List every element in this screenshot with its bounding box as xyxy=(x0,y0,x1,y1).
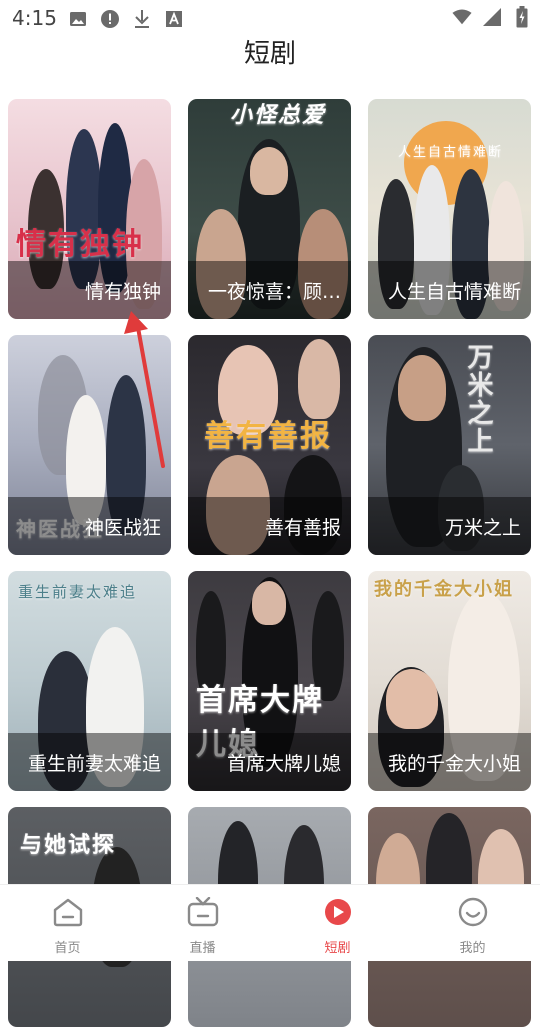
tv-icon xyxy=(186,896,220,931)
nav-label: 我的 xyxy=(459,941,486,956)
drama-poster-title: 小怪总爱 xyxy=(230,102,327,128)
drama-card[interactable]: 人生自古情难断 人生自古情难断 xyxy=(368,99,531,319)
drama-poster-title: 重生前妻太难追 xyxy=(18,583,138,601)
drama-poster-title: 与她试探 xyxy=(20,832,117,858)
drama-poster-title: 我的千金大小姐 xyxy=(374,579,514,600)
drama-card[interactable]: 善有善报 善有善报 xyxy=(188,335,351,555)
nav-item-live[interactable]: 直播 xyxy=(135,885,270,961)
nav-item-profile[interactable]: 我的 xyxy=(405,885,540,961)
drama-poster-title: 善有善报 xyxy=(204,419,332,454)
drama-poster-title: 情有独钟 xyxy=(16,227,144,262)
drama-poster-title: 万米之上 xyxy=(463,343,493,455)
drama-title: 一夜惊喜：顾… xyxy=(188,261,351,319)
drama-title: 善有善报 xyxy=(188,497,351,555)
drama-card[interactable]: 重生前妻太难追 重生前妻太难追 xyxy=(8,571,171,791)
drama-title: 万米之上 xyxy=(368,497,531,555)
nav-label: 直播 xyxy=(189,941,216,956)
bottom-nav: 首页 直播 短剧 我的 xyxy=(0,884,540,961)
drama-grid: 情有独钟 情有独钟 小怪总爱 一夜惊喜：顾… 人生自古情难断 人生自古情难断 神… xyxy=(0,0,540,1027)
drama-card[interactable]: 我的千金大小姐 我的千金大小姐 xyxy=(368,571,531,791)
drama-title: 神医战狂 xyxy=(8,497,171,555)
drama-title: 首席大牌儿媳 xyxy=(188,733,351,791)
drama-title: 情有独钟 xyxy=(8,261,171,319)
drama-title: 我的千金大小姐 xyxy=(368,733,531,791)
nav-item-short-drama[interactable]: 短剧 xyxy=(270,885,405,961)
nav-item-home[interactable]: 首页 xyxy=(0,885,135,961)
drama-card[interactable]: 万米之上 万米之上 xyxy=(368,335,531,555)
smiley-icon xyxy=(456,897,490,931)
drama-card[interactable]: 首席大牌儿媳 首席大牌儿媳 xyxy=(188,571,351,791)
play-circle-icon xyxy=(321,897,355,931)
drama-card[interactable]: 小怪总爱 一夜惊喜：顾… xyxy=(188,99,351,319)
nav-label: 短剧 xyxy=(324,941,351,956)
drama-title: 重生前妻太难追 xyxy=(8,733,171,791)
drama-card[interactable]: 神医战狂 神医战狂 xyxy=(8,335,171,555)
nav-label: 首页 xyxy=(54,941,81,956)
drama-card[interactable]: 情有独钟 情有独钟 xyxy=(8,99,171,319)
drama-title: 人生自古情难断 xyxy=(368,261,531,319)
home-icon xyxy=(51,897,85,931)
drama-poster-title: 人生自古情难断 xyxy=(398,145,504,160)
